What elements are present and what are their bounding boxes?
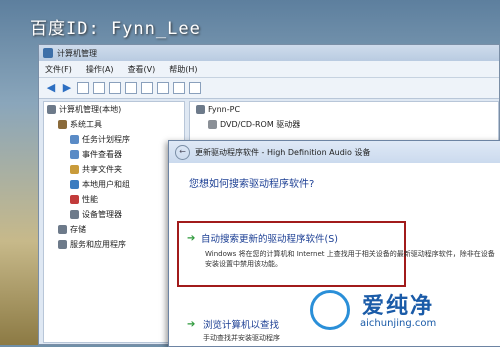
tree-item-label: 事件查看器 [82, 150, 122, 159]
help-icon[interactable] [125, 82, 137, 94]
menu-action[interactable]: 操作(A) [86, 64, 114, 75]
services-icon [58, 240, 67, 249]
menu-bar: 文件(F) 操作(A) 查看(V) 帮助(H) [39, 61, 499, 78]
system-tools-icon [58, 120, 67, 129]
performance-icon [70, 195, 79, 204]
tree-item-label: 设备管理器 [82, 210, 122, 219]
uninstall-device-icon[interactable] [189, 82, 201, 94]
browse-option[interactable]: 浏览计算机以查找 [203, 317, 279, 331]
computer-icon [196, 105, 205, 114]
logo-url: aichunjing.com [360, 318, 437, 329]
back-button[interactable]: ← [175, 144, 190, 160]
tree-item-event-viewer[interactable]: 事件查看器 [44, 147, 184, 162]
tree-item-label: 系统工具 [70, 120, 102, 129]
tree-item-label: 存储 [70, 225, 86, 234]
users-icon [70, 180, 79, 189]
dialog-title-bar: ← 更新驱动程序软件 - High Definition Audio 设备 [169, 141, 500, 163]
tree-item-local-users[interactable]: 本地用户和组 [44, 177, 184, 192]
aichunjing-logo: 爱纯净 aichunjing.com [306, 280, 500, 345]
tree-item-performance[interactable]: 性能 [44, 192, 184, 207]
tree-item-label: 任务计划程序 [82, 135, 130, 144]
shared-folder-icon [70, 165, 79, 174]
auto-search-description: Windows 将在您的计算机和 Internet 上查找用于相关设备的最新驱动… [205, 250, 495, 268]
properties-icon[interactable] [109, 82, 121, 94]
storage-icon [58, 225, 67, 234]
tree-root[interactable]: 计算机管理(本地) [44, 102, 184, 117]
menu-help[interactable]: 帮助(H) [169, 64, 197, 75]
tree-root-label: 计算机管理(本地) [59, 105, 122, 114]
up-folder-icon[interactable] [77, 82, 89, 94]
menu-view[interactable]: 查看(V) [128, 64, 156, 75]
task-scheduler-icon [70, 135, 79, 144]
tree-item-shared-folders[interactable]: 共享文件夹 [44, 162, 184, 177]
watermark-text: 百度ID: Fynn_Lee [30, 19, 201, 39]
tree-item-label: 性能 [82, 195, 98, 204]
dvd-drive-icon [208, 120, 217, 129]
show-hide-tree-icon[interactable] [93, 82, 105, 94]
menu-file[interactable]: 文件(F) [45, 64, 72, 75]
tree-item-label: 共享文件夹 [82, 165, 122, 174]
disable-device-icon[interactable] [173, 82, 185, 94]
computer-management-icon [43, 48, 53, 58]
dialog-question: 您想如何搜索驱动程序软件? [189, 179, 315, 190]
browse-description: 手动查找并安装驱动程序 [203, 334, 280, 342]
tree-item-storage[interactable]: 存储 [44, 222, 184, 237]
computer-name: Fynn-PC [208, 105, 241, 114]
computer-icon [47, 105, 56, 114]
event-viewer-icon [70, 150, 79, 159]
update-driver-icon[interactable] [157, 82, 169, 94]
green-arrow-icon: ➔ [187, 319, 196, 330]
back-arrow-icon[interactable]: ◀ [45, 82, 57, 94]
logo-mark-icon [310, 290, 350, 330]
device-root[interactable]: Fynn-PC [190, 102, 498, 117]
green-arrow-icon: ➔ [187, 233, 196, 244]
logo-text: 爱纯净 [362, 294, 435, 319]
dialog-title: 更新驱动程序软件 - High Definition Audio 设备 [195, 147, 371, 157]
device-manager-icon [70, 210, 79, 219]
title-bar[interactable]: 计算机管理 [39, 45, 499, 61]
navigation-tree: 计算机管理(本地) 系统工具 任务计划程序 事件查看器 共享文件夹 本地用户和组… [43, 101, 185, 343]
device-category-label: DVD/CD-ROM 驱动器 [220, 120, 301, 129]
scan-hardware-icon[interactable] [141, 82, 153, 94]
window-title: 计算机管理 [57, 48, 97, 58]
toolbar: ◀ ▶ [39, 78, 499, 99]
device-category-dvd[interactable]: DVD/CD-ROM 驱动器 [190, 117, 498, 132]
auto-search-title: 自动搜索更新的驱动程序软件(S) [201, 234, 338, 245]
tree-item-device-manager[interactable]: 设备管理器 [44, 207, 184, 222]
tree-item-label: 本地用户和组 [82, 180, 130, 189]
forward-arrow-icon[interactable]: ▶ [61, 82, 73, 94]
tree-item-task-scheduler[interactable]: 任务计划程序 [44, 132, 184, 147]
tree-item-label: 服务和应用程序 [70, 240, 126, 249]
tree-item-system-tools[interactable]: 系统工具 [44, 117, 184, 132]
tree-item-services[interactable]: 服务和应用程序 [44, 237, 184, 252]
